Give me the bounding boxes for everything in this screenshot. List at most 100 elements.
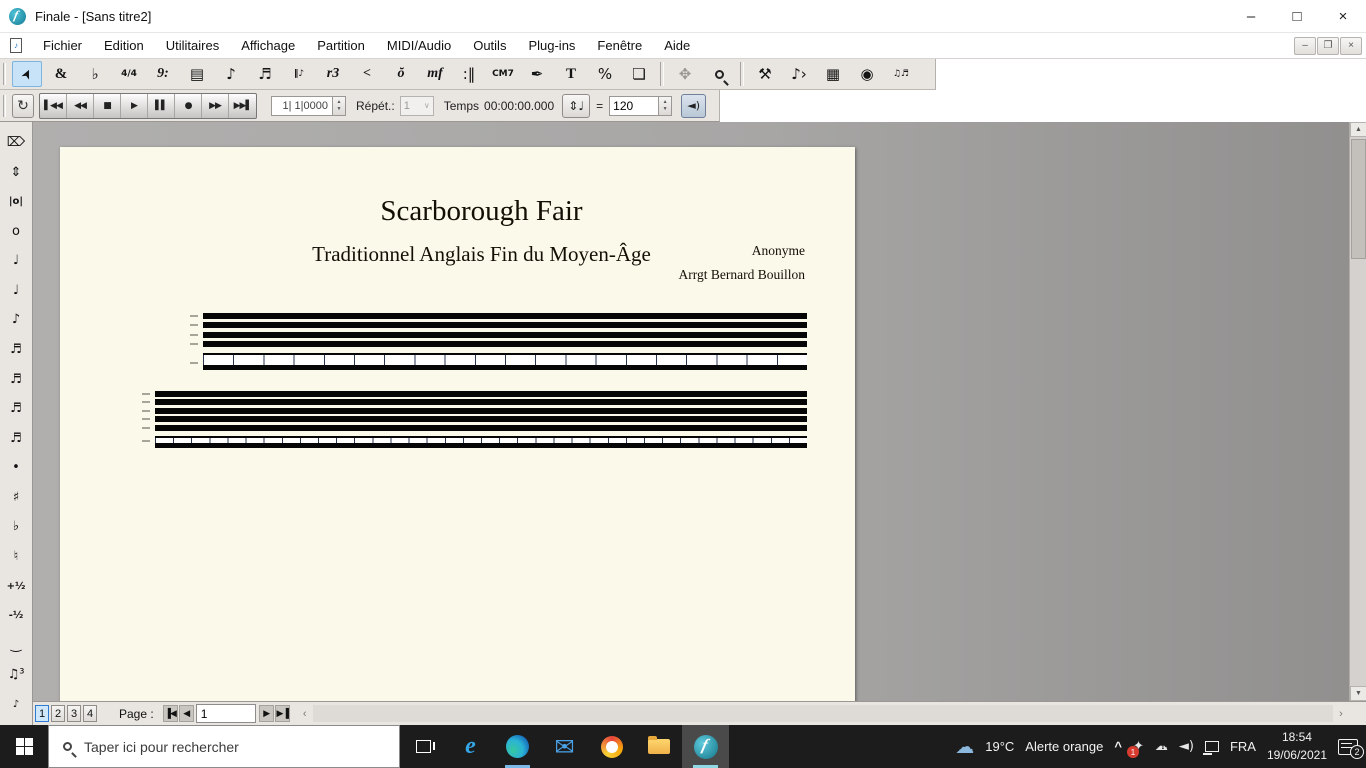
menu-fen-tre[interactable]: Fenêtre [586, 38, 653, 53]
speedy-entry-tool[interactable]: ♬ [250, 61, 280, 87]
hscroll-left-button[interactable]: ‹ [298, 705, 312, 722]
stop-button[interactable]: ■ [94, 94, 121, 118]
menu-utilitaires[interactable]: Utilitaires [155, 38, 230, 53]
page-button-2[interactable]: 2 [51, 705, 65, 722]
page-button-1[interactable]: 1 [35, 705, 49, 722]
menu-plug-ins[interactable]: Plug-ins [517, 38, 586, 53]
repeat-dropdown[interactable]: 1 ∨ [400, 96, 434, 116]
fast-forward-button[interactable]: ▶▶ [202, 94, 229, 118]
vertical-scrollbar[interactable]: ▲ ▼ [1349, 122, 1366, 701]
half-note[interactable]: ♩ [3, 250, 29, 272]
tray-expand-button[interactable]: ^ [1114, 739, 1122, 754]
sync-tray-icon[interactable]: ✦ 1 [1133, 739, 1144, 754]
weather-alert[interactable]: Alerte orange [1025, 739, 1103, 754]
measure-tool[interactable]: ▤ [182, 61, 212, 87]
minimize-button[interactable]: – [1228, 0, 1274, 32]
score-page[interactable]: Scarborough Fair Traditionnel Anglais Fi… [60, 147, 855, 701]
sixteenth-note[interactable]: ♬ [3, 339, 29, 361]
vertical-scroll-thumb[interactable] [1351, 139, 1366, 259]
menu-partition[interactable]: Partition [306, 38, 376, 53]
menu-aide[interactable]: Aide [653, 38, 701, 53]
scroll-down-button[interactable]: ▼ [1350, 686, 1366, 701]
eighth-note[interactable]: ♪ [3, 309, 29, 331]
volume-icon[interactable]: ◄) [1179, 739, 1194, 754]
finale-taskbar-button[interactable] [682, 725, 729, 768]
network-icon[interactable] [1205, 741, 1219, 752]
lower-half-step[interactable]: -½ [3, 605, 29, 627]
beat-duration-button[interactable]: ⇕♩ [562, 94, 590, 118]
chord-tool[interactable]: CM7 [488, 61, 518, 87]
maximize-button[interactable]: □ [1274, 0, 1320, 32]
natural[interactable]: ♮ [3, 545, 29, 567]
horizontal-scrollbar[interactable] [313, 705, 1333, 722]
hyperscribe-tool[interactable]: ‖♪ [284, 61, 314, 87]
page-input[interactable] [196, 704, 256, 723]
file-explorer-button[interactable] [635, 725, 682, 768]
menu-edition[interactable]: Edition [93, 38, 155, 53]
tuplet-tool[interactable]: r3 [318, 61, 348, 87]
tie[interactable]: ‿ [3, 634, 29, 656]
hand-grabber-tool[interactable]: ✥ [670, 61, 700, 87]
first-page-button[interactable]: ▐◀ [163, 705, 178, 722]
edge-button[interactable] [494, 725, 541, 768]
double-whole-note[interactable]: |o| [3, 191, 29, 213]
selection-tool[interactable]: ➤ [12, 61, 42, 87]
onedrive-warning-icon[interactable]: ☁ ! [1155, 739, 1168, 754]
record-button[interactable]: ● [175, 94, 202, 118]
tempo-input[interactable] [609, 96, 659, 116]
previous-page-button[interactable]: ◀ [179, 705, 194, 722]
language-indicator[interactable]: FRA [1230, 739, 1256, 754]
zoom-tool[interactable] [704, 61, 734, 87]
score-manager-tool[interactable]: ▦ [818, 61, 848, 87]
key-signature-tool[interactable]: ♭ [80, 61, 110, 87]
mdi-restore-button[interactable]: ❐ [1317, 37, 1339, 55]
weather-icon[interactable]: ☁ [955, 736, 974, 758]
raise-half-step[interactable]: +½ [3, 575, 29, 597]
pause-button[interactable]: ▌▌ [148, 94, 175, 118]
close-button[interactable]: × [1320, 0, 1366, 32]
menu-midi-audio[interactable]: MIDI/Audio [376, 38, 462, 53]
next-page-button[interactable]: ▶ [259, 705, 274, 722]
hscroll-right-button[interactable]: › [1334, 705, 1348, 722]
page-button-4[interactable]: 4 [83, 705, 97, 722]
playback-mode-button[interactable]: ↻ [12, 94, 34, 118]
smartshape-tool[interactable]: < [352, 61, 382, 87]
menu-affichage[interactable]: Affichage [230, 38, 306, 53]
hundred-twenty-eighth-note[interactable]: ♬ [3, 427, 29, 449]
rewind-button[interactable]: ◀◀ [67, 94, 94, 118]
text-tool[interactable]: T [556, 61, 586, 87]
clock[interactable]: 18:54 19/06/2021 [1267, 729, 1327, 764]
sixty-fourth-note[interactable]: ♬ [3, 398, 29, 420]
mdi-minimize-button[interactable]: – [1294, 37, 1316, 55]
mdi-close-button[interactable]: × [1340, 37, 1362, 55]
go-to-start-button[interactable]: ▌◀◀ [40, 94, 67, 118]
play-button[interactable]: ▶ [121, 94, 148, 118]
midi-audio-tool[interactable]: ◉ [852, 61, 882, 87]
mirror-tool[interactable]: % [590, 61, 620, 87]
position-spinner[interactable]: ▲▼ [333, 96, 346, 116]
flat[interactable]: ♭ [3, 516, 29, 538]
simple-entry-tool[interactable]: ♪ [216, 61, 246, 87]
staff-system-2[interactable] [155, 391, 807, 448]
page-layout-tool[interactable]: ❏ [624, 61, 654, 87]
last-page-button[interactable]: ▶▐ [275, 705, 290, 722]
internet-explorer-button[interactable]: e [447, 725, 494, 768]
augmentation-dot[interactable]: • [3, 457, 29, 479]
eraser[interactable]: ⌦ [3, 132, 29, 154]
menu-fichier[interactable]: Fichier [32, 38, 93, 53]
special-tools-tool[interactable]: ⚒ [750, 61, 780, 87]
task-view-button[interactable] [400, 725, 447, 768]
time-signature-tool[interactable]: 4/4 [114, 61, 144, 87]
mail-button[interactable]: ✉ [541, 725, 588, 768]
page-button-3[interactable]: 3 [67, 705, 81, 722]
thirty-second-note[interactable]: ♬ [3, 368, 29, 390]
go-to-end-button[interactable]: ▶▶▌ [229, 94, 256, 118]
scroll-up-button[interactable]: ▲ [1350, 122, 1366, 137]
audio-settings-button[interactable]: ◄) [681, 94, 706, 118]
tempo-spinner[interactable]: ▲▼ [659, 96, 672, 116]
lyrics-tool[interactable]: ✒ [522, 61, 552, 87]
staff-tool[interactable]: & [46, 61, 76, 87]
start-button[interactable] [0, 725, 48, 768]
temperature[interactable]: 19°C [985, 739, 1014, 754]
grace-note[interactable]: ♪ [3, 693, 29, 715]
